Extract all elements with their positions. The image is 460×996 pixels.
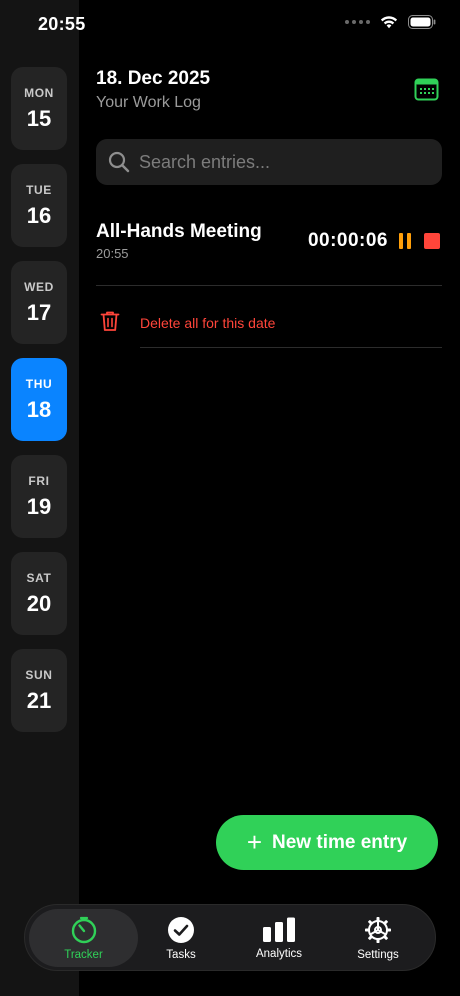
cellular-signal-icon [345, 20, 370, 24]
gear-icon [365, 916, 391, 943]
tab-label: Analytics [255, 947, 303, 960]
status-bar: 20:55 [0, 0, 460, 50]
day-of-week: SAT [26, 570, 52, 585]
day-number: 19 [26, 493, 52, 519]
day-number: 21 [26, 687, 52, 713]
timer-icon [71, 916, 96, 943]
page-subtitle: Your Work Log [96, 94, 201, 111]
search-icon [108, 151, 130, 173]
day-list: MON 15 TUE 16 WED 17 THU 18 FRI 19 SAT 2… [11, 67, 67, 746]
day-of-week: SUN [25, 667, 53, 682]
day-item-thu[interactable]: THU 18 [11, 358, 67, 441]
day-number: 17 [26, 299, 52, 325]
bar-chart-icon [263, 917, 295, 942]
entry-duration: 00:00:06 [307, 230, 388, 251]
stop-icon[interactable] [424, 233, 440, 249]
entry-start-time: 20:55 [96, 246, 129, 261]
tab-settings[interactable]: Settings [343, 909, 413, 967]
page-title: 18. Dec 2025 [96, 68, 211, 89]
day-item-wed[interactable]: WED 17 [11, 261, 67, 344]
day-of-week: WED [24, 279, 54, 294]
tab-tracker[interactable]: Tracker [29, 909, 138, 967]
day-item-sun[interactable]: SUN 21 [11, 649, 67, 732]
day-number: 16 [26, 202, 52, 228]
day-of-week: THU [25, 376, 53, 391]
tab-analytics[interactable]: Analytics [239, 909, 319, 967]
tab-tasks[interactable]: Tasks [145, 909, 217, 967]
tab-label: Tasks [166, 948, 196, 961]
new-time-entry-label: New time entry [272, 831, 408, 853]
day-number: 18 [26, 396, 52, 422]
delete-all-label: Delete all for this date [140, 315, 276, 331]
pause-icon[interactable] [399, 233, 413, 249]
day-item-tue[interactable]: TUE 16 [11, 164, 67, 247]
day-item-fri[interactable]: FRI 19 [11, 455, 67, 538]
day-of-week: MON [24, 85, 54, 100]
search-input[interactable] [139, 151, 429, 173]
day-number: 15 [26, 105, 52, 131]
search-bar [96, 139, 442, 185]
tab-label: Settings [357, 948, 399, 961]
day-item-sat[interactable]: SAT 20 [11, 552, 67, 635]
entry-title: All-Hands Meeting [96, 221, 262, 242]
tab-label: Tracker [64, 948, 103, 961]
delete-all-button[interactable]: Delete all for this date [96, 308, 442, 338]
plus-icon: + [246, 826, 263, 857]
tab-bar: Tracker Tasks Analytics Settings [24, 904, 436, 971]
time-entry-row[interactable]: All-Hands Meeting 20:55 00:00:06 [96, 218, 442, 268]
day-item-mon[interactable]: MON 15 [11, 67, 67, 150]
checkmark-icon [168, 916, 194, 943]
divider [96, 285, 442, 286]
wifi-icon [380, 16, 398, 29]
status-icons [345, 15, 436, 29]
calendar-icon[interactable] [414, 77, 439, 102]
trash-icon [100, 311, 120, 331]
new-time-entry-button[interactable]: + New time entry [216, 815, 438, 870]
day-sidebar: MON 15 TUE 16 WED 17 THU 18 FRI 19 SAT 2… [0, 0, 79, 996]
divider [140, 347, 442, 348]
day-of-week: TUE [26, 182, 52, 197]
day-of-week: FRI [28, 473, 50, 488]
day-number: 20 [26, 590, 52, 616]
status-time: 20:55 [38, 14, 86, 34]
battery-icon [408, 15, 436, 29]
